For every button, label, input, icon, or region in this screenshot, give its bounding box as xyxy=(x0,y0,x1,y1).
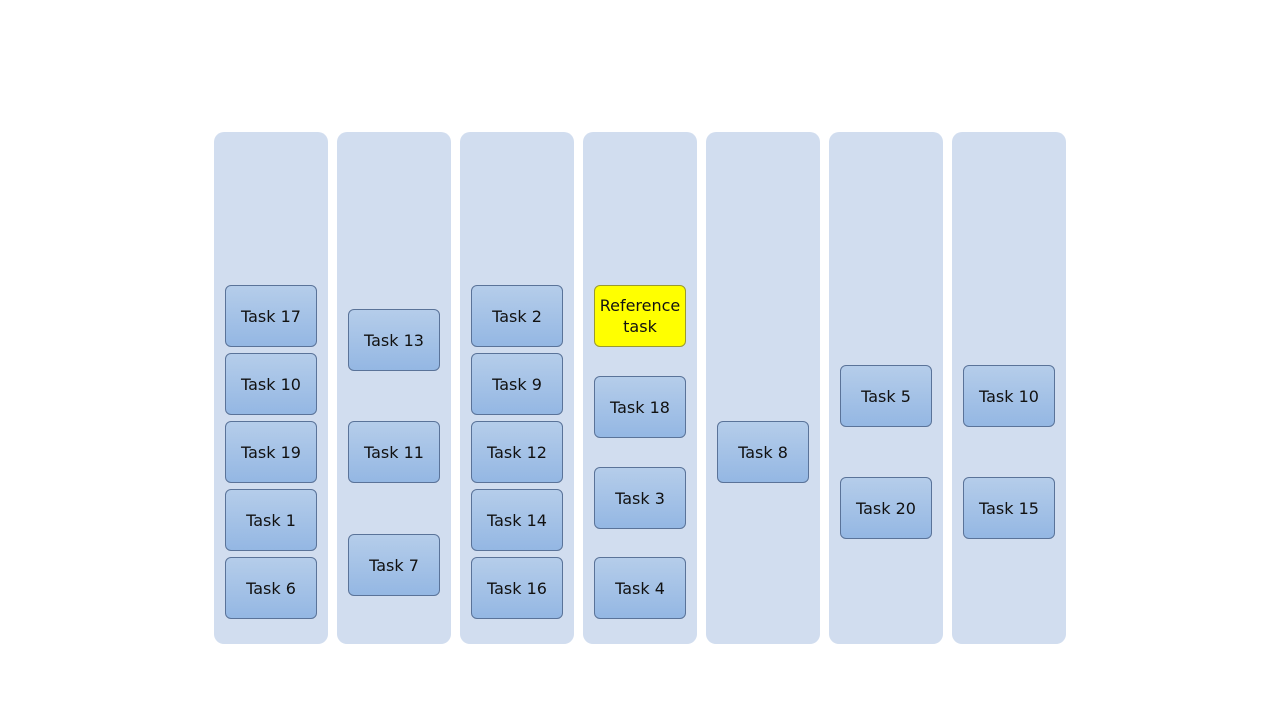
task-box: Task 1 xyxy=(225,489,317,551)
task-box: Task 8 xyxy=(717,421,809,483)
column-5: Task 8 xyxy=(706,132,820,644)
task-box: Task 3 xyxy=(594,467,686,529)
task-box: Task 16 xyxy=(471,557,563,619)
task-box: Task 18 xyxy=(594,376,686,438)
task-box: Task 12 xyxy=(471,421,563,483)
task-box: Task 13 xyxy=(348,309,440,371)
column-3: Task 2 Task 9 Task 12 Task 14 Task 16 xyxy=(460,132,574,644)
task-box: Task 17 xyxy=(225,285,317,347)
task-box: Task 14 xyxy=(471,489,563,551)
task-box: Task 9 xyxy=(471,353,563,415)
task-box: Task 5 xyxy=(840,365,932,427)
column-1: Task 17 Task 10 Task 19 Task 1 Task 6 xyxy=(214,132,328,644)
task-box: Task 19 xyxy=(225,421,317,483)
task-box: Task 15 xyxy=(963,477,1055,539)
task-box: Task 10 xyxy=(225,353,317,415)
reference-task-box: Reference task xyxy=(594,285,686,347)
task-box: Task 4 xyxy=(594,557,686,619)
task-box: Task 10 xyxy=(963,365,1055,427)
task-box: Task 7 xyxy=(348,534,440,596)
column-4: Reference task Task 18 Task 3 Task 4 xyxy=(583,132,697,644)
task-box: Task 6 xyxy=(225,557,317,619)
column-7: Task 10 Task 15 xyxy=(952,132,1066,644)
task-box: Task 11 xyxy=(348,421,440,483)
task-box: Task 20 xyxy=(840,477,932,539)
task-box: Task 2 xyxy=(471,285,563,347)
column-6: Task 5 Task 20 xyxy=(829,132,943,644)
column-2: Task 13 Task 11 Task 7 xyxy=(337,132,451,644)
